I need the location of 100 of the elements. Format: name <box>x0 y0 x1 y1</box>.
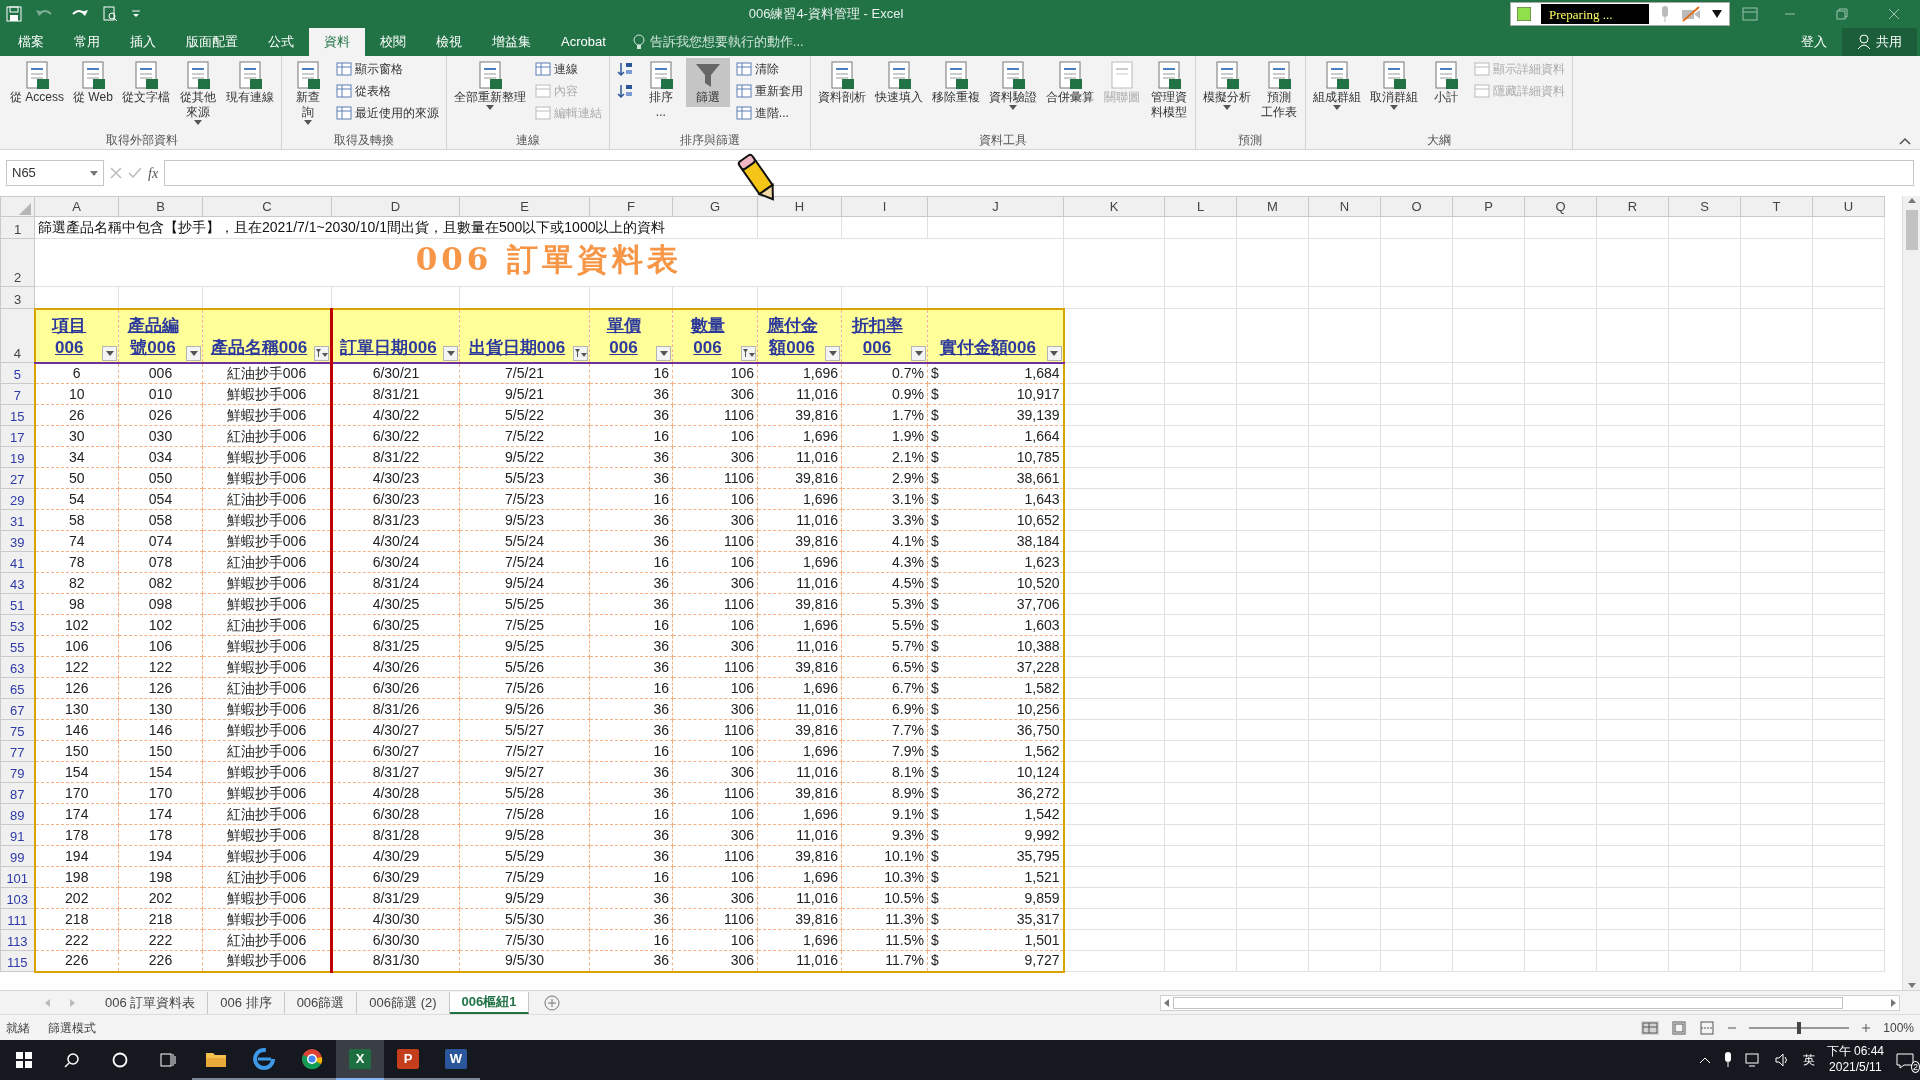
filter-button[interactable] <box>1046 345 1062 361</box>
row-header[interactable]: 4 <box>0 308 35 363</box>
formula-input[interactable] <box>164 160 1914 186</box>
clock[interactable]: 下午 06:44 2021/5/11 <box>1826 1044 1884 1076</box>
save-icon[interactable] <box>6 6 22 22</box>
ribbon-button[interactable]: 從文字檔 <box>118 58 173 107</box>
ribbon-button[interactable]: 預測 工作表 <box>1256 58 1301 122</box>
ribbon-small-button[interactable]: 最近使用的來源 <box>332 102 442 124</box>
ribbon-button[interactable]: 資料剖析 <box>814 58 869 107</box>
sheet-tab[interactable]: 006樞紐1 <box>449 991 530 1014</box>
notification-icon[interactable] <box>1896 1052 1914 1069</box>
ribbon-button[interactable]: 組成群組 <box>1309 58 1364 112</box>
taskbar-app[interactable]: X <box>336 1040 384 1080</box>
row-header[interactable]: 5 <box>0 362 35 384</box>
row-header[interactable]: 79 <box>0 761 35 783</box>
filter-button[interactable] <box>741 345 756 361</box>
filter-button[interactable] <box>314 345 329 361</box>
row-header[interactable]: 31 <box>0 509 35 531</box>
column-header[interactable]: R <box>1596 196 1669 217</box>
ribbon-button[interactable]: 管理資 料模型 <box>1146 58 1191 122</box>
share-button[interactable]: 共用 <box>1842 28 1917 56</box>
ribbon-button[interactable]: 篩選 <box>685 58 730 107</box>
row-header[interactable]: 55 <box>0 635 35 657</box>
row-header[interactable]: 99 <box>0 845 35 867</box>
column-header[interactable]: G <box>672 196 758 217</box>
row-header[interactable]: 91 <box>0 824 35 846</box>
ribbon-button[interactable]: 排序 ... <box>638 58 683 122</box>
ribbon-tab[interactable]: 檔案 <box>3 28 59 56</box>
chevron-up-icon[interactable] <box>1698 1056 1711 1064</box>
ribbon-button[interactable]: 小計 <box>1423 58 1468 107</box>
taskbar-app[interactable]: P <box>384 1040 432 1080</box>
zoom-thumb[interactable] <box>1797 1021 1802 1034</box>
filter-button[interactable] <box>825 345 840 361</box>
filter-button[interactable] <box>573 345 588 361</box>
insert-function-button[interactable]: fx <box>148 162 159 184</box>
row-header[interactable]: 2 <box>0 238 35 287</box>
ribbon-small-button[interactable]: 連線 <box>531 58 605 80</box>
zoom-slider[interactable] <box>1749 1021 1850 1034</box>
row-header[interactable]: 101 <box>0 866 35 888</box>
column-header[interactable]: J <box>927 196 1064 217</box>
row-header[interactable]: 15 <box>0 404 35 426</box>
ribbon-button[interactable]: 移除重複 <box>928 58 983 107</box>
ribbon-button[interactable]: 從 Access <box>7 58 67 107</box>
sheet-tab[interactable]: 006篩選 (2) <box>357 991 450 1014</box>
ribbon-small-button[interactable]: 清除 <box>732 58 806 80</box>
row-header[interactable]: 63 <box>0 656 35 678</box>
name-box[interactable]: N65 <box>6 160 104 186</box>
ribbon-small-button[interactable]: 顯示窗格 <box>332 58 442 80</box>
scroll-thumb[interactable] <box>1905 210 1918 250</box>
dropdown-icon[interactable] <box>1711 9 1723 19</box>
ribbon-tab[interactable]: 公式 <box>253 28 309 56</box>
column-header[interactable]: F <box>589 196 673 217</box>
column-header[interactable]: N <box>1308 196 1381 217</box>
sheet-tab[interactable]: 006篩選 <box>284 991 358 1014</box>
ribbon-small-button[interactable]: 進階... <box>732 102 806 124</box>
sign-in-link[interactable]: 登入 <box>1786 28 1842 56</box>
column-header[interactable]: D <box>331 196 460 217</box>
ribbon-button[interactable]: 取消群組 <box>1366 58 1421 112</box>
new-sheet-icon[interactable] <box>543 993 562 1012</box>
ribbon-tab[interactable]: 檢視 <box>421 28 477 56</box>
column-header[interactable]: O <box>1380 196 1453 217</box>
row-header[interactable]: 111 <box>0 908 35 930</box>
sheet-tab[interactable]: 006 訂單資料表 <box>93 991 209 1014</box>
ribbon-tab[interactable]: 常用 <box>59 28 115 56</box>
camera-off-icon[interactable] <box>1681 6 1701 22</box>
ribbon-tab[interactable]: 資料 <box>309 28 365 56</box>
horizontal-scrollbar[interactable] <box>1160 994 1900 1011</box>
ribbon-button[interactable]: 合併彙算 <box>1042 58 1097 107</box>
taskbar-app[interactable]: W <box>432 1040 480 1080</box>
filter-button[interactable] <box>656 345 671 361</box>
ribbon-tab[interactable]: 校閱 <box>365 28 421 56</box>
row-header[interactable]: 103 <box>0 887 35 909</box>
ribbon-button[interactable]: 從 Web <box>70 58 116 107</box>
sheet-tab[interactable]: 006 排序 <box>208 991 285 1014</box>
ribbon-button[interactable]: 現有連線 <box>222 58 277 107</box>
row-header[interactable]: 67 <box>0 698 35 720</box>
column-header[interactable]: K <box>1063 196 1165 217</box>
row-header[interactable]: 1 <box>0 216 35 239</box>
row-header[interactable]: 39 <box>0 530 35 552</box>
filter-button[interactable] <box>186 345 201 361</box>
page-layout-icon[interactable] <box>1671 1020 1688 1035</box>
tell-me-field[interactable]: 告訴我您想要執行的動作... <box>647 31 888 53</box>
filter-button[interactable] <box>911 345 926 361</box>
column-header[interactable]: U <box>1812 196 1885 217</box>
row-header[interactable]: 3 <box>0 286 35 309</box>
row-header[interactable]: 113 <box>0 929 35 951</box>
row-header[interactable]: 7 <box>0 383 35 405</box>
ribbon-tab[interactable]: Acrobat <box>546 28 621 56</box>
column-header[interactable]: M <box>1236 196 1309 217</box>
column-header[interactable]: P <box>1452 196 1525 217</box>
row-header[interactable]: 29 <box>0 488 35 510</box>
zoom-in-icon[interactable] <box>1861 1022 1872 1033</box>
customize-caret-icon[interactable] <box>130 8 142 20</box>
column-header[interactable]: T <box>1740 196 1813 217</box>
column-header[interactable]: E <box>459 196 590 217</box>
ribbon-button[interactable]: 全部重新整理 <box>450 58 529 112</box>
row-header[interactable]: 43 <box>0 572 35 594</box>
normal-view-icon[interactable] <box>1641 1020 1660 1035</box>
column-header[interactable]: S <box>1668 196 1741 217</box>
row-header[interactable]: 19 <box>0 446 35 468</box>
